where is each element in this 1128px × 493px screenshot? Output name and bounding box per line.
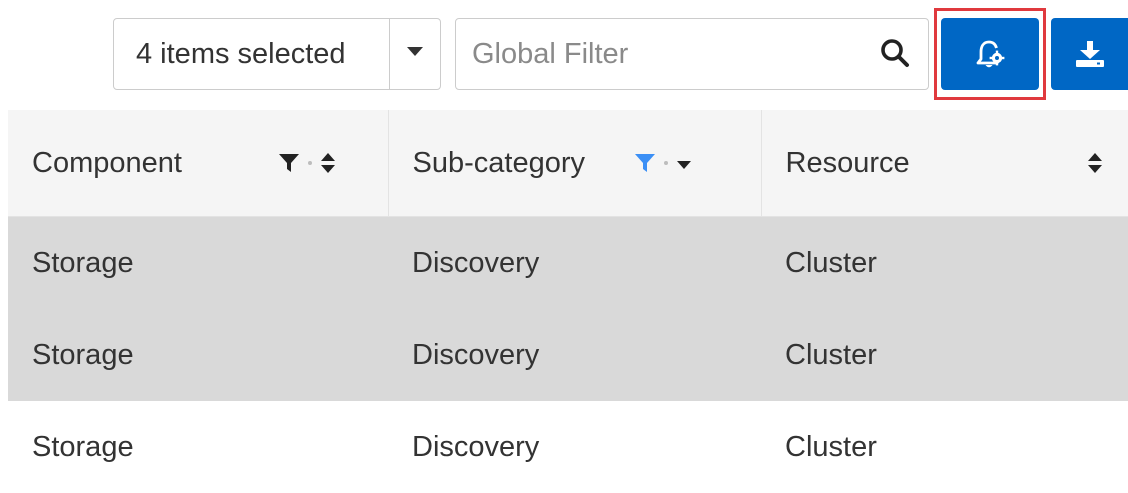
cell-sub-category: Discovery [388,216,761,309]
cell-sub-category: Discovery [388,309,761,401]
filter-active-icon[interactable] [634,152,656,174]
column-header-sub-category[interactable]: Sub-category [388,110,762,217]
cell-sub-category: Discovery [412,430,540,463]
alert-settings-button[interactable] [941,18,1039,90]
multiselect-dropdown-trigger[interactable] [389,19,440,89]
filter-icon[interactable] [278,152,300,174]
global-filter-input[interactable] [472,29,852,79]
cell-component: Storage [8,309,388,401]
table-row[interactable]: Storage Discovery Cluster [8,401,1128,493]
column-multiselect[interactable]: 4 items selected [113,18,441,90]
cell-component: Storage [8,216,388,309]
sort-icon[interactable] [1087,151,1103,175]
caret-down-icon [407,47,423,56]
events-table: Component Sub-category Resource Storage … [8,110,1128,493]
table-row[interactable]: Storage Discovery Cluster [8,216,1128,309]
column-header-label: Sub-category [412,147,586,179]
table-toolbar: 4 items selected [0,0,1128,104]
separator-dot [308,161,312,165]
column-header-label: Resource [785,147,910,179]
sort-icon[interactable] [320,151,336,175]
column-header-label: Component [32,147,182,179]
column-header-resource[interactable]: Resource [761,110,1128,217]
cell-component: Storage [32,430,134,463]
bell-gear-icon [976,40,1005,68]
multiselect-label: 4 items selected [136,38,346,70]
download-icon [1076,41,1104,67]
separator-dot [663,161,668,165]
download-button[interactable] [1051,18,1128,90]
sort-descending-icon[interactable] [676,151,692,175]
column-header-component[interactable]: Component [8,110,389,217]
cell-resource: Cluster [785,430,877,463]
table-header-row: Component Sub-category Resource [8,110,1128,217]
search-icon[interactable] [880,38,910,68]
cell-resource: Cluster [761,309,1128,401]
cell-resource: Cluster [761,216,1128,309]
global-filter-box [455,18,929,90]
table-row[interactable]: Storage Discovery Cluster [8,309,1128,401]
